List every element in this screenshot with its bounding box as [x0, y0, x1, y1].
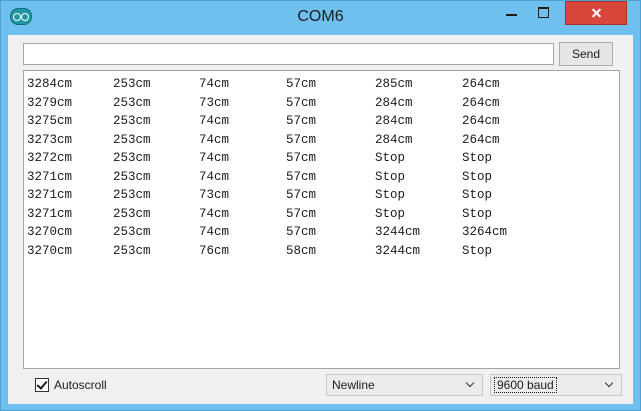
output-value: 74cm: [199, 225, 230, 239]
output-value: Stop: [462, 206, 493, 221]
output-value: 57cm: [286, 225, 317, 239]
output-value: 253cm: [113, 243, 151, 258]
output-value: 253cm: [113, 151, 151, 165]
minimize-button[interactable]: [497, 1, 527, 25]
output-value: 74cm: [199, 132, 230, 147]
output-value: 3275cm: [27, 114, 73, 128]
output-value: 74cm: [199, 151, 230, 165]
output-value: 264cm: [462, 77, 500, 91]
output-value: 57cm: [286, 151, 317, 165]
line-ending-value: Newline: [332, 378, 375, 392]
serial-input[interactable]: [23, 43, 554, 65]
serial-monitor-window: COM6 Send 3284cm 253cm 74cm 57cm 285cm 264cm 3…: [0, 0, 641, 411]
output-value: 284cm: [375, 114, 413, 128]
chevron-down-icon: [604, 378, 614, 388]
output-value: 253cm: [113, 114, 151, 128]
output-value: 264cm: [462, 114, 500, 128]
serial-output[interactable]: 3284cm 253cm 74cm 57cm 285cm 264cm 3279cm 253cm…: [23, 70, 620, 369]
output-value: 253cm: [113, 77, 151, 91]
output-line: 3273cm 253cm 74cm 57cm 284cm 264cm: [24, 132, 619, 149]
output-value: 3271cm: [27, 206, 73, 221]
output-line: 3271cm 253cm 74cm 57cm Stop Stop: [24, 206, 619, 223]
output-value: 74cm: [199, 169, 230, 184]
output-value: 73cm: [199, 188, 230, 202]
output-value: 253cm: [113, 206, 151, 221]
output-value: 57cm: [286, 169, 317, 184]
chevron-down-icon: [465, 378, 475, 388]
output-value: 253cm: [113, 188, 151, 202]
output-value: Stop: [375, 169, 406, 184]
output-value: 3279cm: [27, 95, 73, 110]
output-value: 253cm: [113, 132, 151, 147]
checkmark-icon: [36, 378, 48, 390]
output-value: 253cm: [113, 95, 151, 110]
output-line: 3270cm 253cm 74cm 57cm 3244cm 3264cm: [24, 224, 619, 241]
output-value: 284cm: [375, 132, 413, 147]
autoscroll-label[interactable]: Autoscroll: [54, 378, 107, 392]
output-line: 3271cm 253cm 74cm 57cm Stop Stop: [24, 169, 619, 186]
output-value: 3271cm: [27, 188, 73, 202]
output-value: 57cm: [286, 188, 317, 202]
output-value: 284cm: [375, 95, 413, 110]
output-value: 285cm: [375, 77, 413, 91]
output-value: 73cm: [199, 95, 230, 110]
output-value: 57cm: [286, 77, 317, 91]
output-line: 3272cm 253cm 74cm 57cm Stop Stop: [24, 150, 619, 167]
footer-bar: Autoscroll Newline 9600 baud: [23, 371, 622, 399]
output-value: 3244cm: [375, 225, 421, 239]
output-line: 3279cm 253cm 73cm 57cm 284cm 264cm: [24, 95, 619, 112]
output-line: 3270cm 253cm 76cm 58cm 3244cm Stop: [24, 243, 619, 260]
maximize-button[interactable]: [529, 1, 559, 25]
output-value: Stop: [375, 206, 406, 221]
output-line: 3275cm 253cm 74cm 57cm 284cm 264cm: [24, 113, 619, 130]
output-value: 57cm: [286, 95, 317, 110]
baud-rate-value: 9600 baud: [494, 377, 557, 393]
output-value: 253cm: [113, 225, 151, 239]
output-value: 3270cm: [27, 225, 73, 239]
autoscroll-checkbox[interactable]: [35, 378, 49, 392]
output-value: Stop: [375, 151, 406, 165]
output-line: 3284cm 253cm 74cm 57cm 285cm 264cm: [24, 76, 619, 93]
output-value: 57cm: [286, 114, 317, 128]
output-value: Stop: [462, 188, 493, 202]
output-value: 3271cm: [27, 169, 73, 184]
output-value: 3270cm: [27, 243, 73, 258]
output-value: 57cm: [286, 206, 317, 221]
output-value: 3264cm: [462, 225, 508, 239]
line-ending-select[interactable]: Newline: [326, 374, 483, 396]
output-value: 3272cm: [27, 151, 73, 165]
send-button[interactable]: Send: [559, 42, 613, 66]
title-bar[interactable]: COM6: [1, 1, 640, 35]
baud-rate-select[interactable]: 9600 baud: [490, 374, 622, 396]
output-line: 3271cm 253cm 73cm 57cm Stop Stop: [24, 187, 619, 204]
output-value: 264cm: [462, 95, 500, 110]
output-value: 74cm: [199, 114, 230, 128]
output-value: Stop: [462, 169, 493, 184]
output-value: Stop: [375, 188, 406, 202]
output-value: 58cm: [286, 243, 317, 258]
close-button[interactable]: [565, 1, 627, 25]
output-value: 76cm: [199, 243, 230, 258]
output-value: 3273cm: [27, 132, 73, 147]
output-value: 3244cm: [375, 243, 421, 258]
output-value: 264cm: [462, 132, 500, 147]
output-value: 74cm: [199, 77, 230, 91]
output-value: Stop: [462, 243, 493, 258]
output-value: 3284cm: [27, 77, 73, 91]
output-value: 74cm: [199, 206, 230, 221]
output-value: 57cm: [286, 132, 317, 147]
output-value: Stop: [462, 151, 493, 165]
output-value: 253cm: [113, 169, 151, 184]
